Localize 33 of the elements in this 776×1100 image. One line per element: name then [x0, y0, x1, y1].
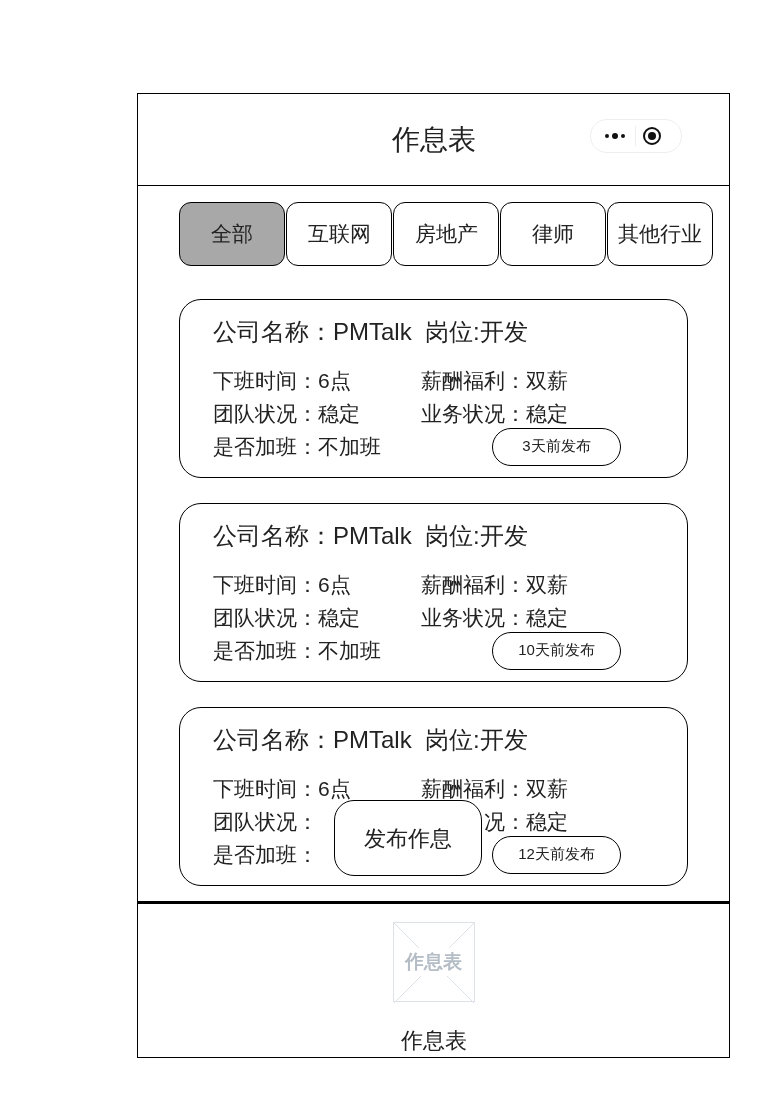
category-tab[interactable]: 其他行业: [607, 202, 713, 266]
info-text: 薪酬福利：双薪: [421, 776, 568, 800]
tab-label[interactable]: 作息表: [400, 1024, 467, 1057]
info-text: 业务状况：稳定: [421, 605, 568, 629]
info-text: 薪酬福利：双薪: [421, 368, 568, 392]
category-tab[interactable]: 房地产: [393, 202, 499, 266]
info-text: 团队状况：: [213, 809, 318, 833]
placeholder-text: 作息表: [405, 947, 462, 977]
category-tab[interactable]: 律师: [500, 202, 606, 266]
card-title: 公司名称：PMTalk 岗位:开发: [213, 725, 529, 755]
record-icon[interactable]: [642, 126, 662, 146]
job-card[interactable]: 公司名称：PMTalk 岗位:开发 下班时间：6点 薪酬福利：双薪 团队状况：稳定 业务状况：稳定 是否加班：不加班 3天前发布: [179, 299, 688, 478]
posted-badge: 12天前发布: [492, 835, 621, 874]
info-text: 薪酬福利：双薪: [421, 572, 568, 596]
info-text: 下班时间：6点: [213, 776, 351, 800]
card-title: 公司名称：PMTalk 岗位:开发: [213, 317, 529, 347]
card-title: 公司名称：PMTalk 岗位:开发: [213, 521, 529, 551]
info-text: 团队状况：稳定: [213, 401, 360, 425]
job-card[interactable]: 公司名称：PMTalk 岗位:开发 下班时间：6点 薪酬福利：双薪 团队状况：稳定 业务状况：稳定 是否加班：不加班 10天前发布: [179, 503, 688, 682]
posted-badge: 10天前发布: [492, 631, 621, 670]
info-text: 是否加班：不加班: [213, 434, 381, 458]
posted-badge: 3天前发布: [492, 427, 621, 466]
category-tab[interactable]: 全部: [179, 202, 285, 266]
category-tab[interactable]: 互联网: [286, 202, 392, 266]
info-text: 是否加班：不加班: [213, 638, 381, 662]
info-text: 下班时间：6点: [213, 572, 351, 596]
info-text: 是否加班：: [213, 842, 318, 866]
info-text: 况：稳定: [484, 809, 568, 833]
info-text: 业务状况：稳定: [421, 401, 568, 425]
publish-button[interactable]: 发布作息: [334, 800, 482, 876]
info-text: 团队状况：稳定: [213, 605, 360, 629]
page-title: 作息表: [391, 122, 476, 157]
info-text: 下班时间：6点: [213, 368, 351, 392]
